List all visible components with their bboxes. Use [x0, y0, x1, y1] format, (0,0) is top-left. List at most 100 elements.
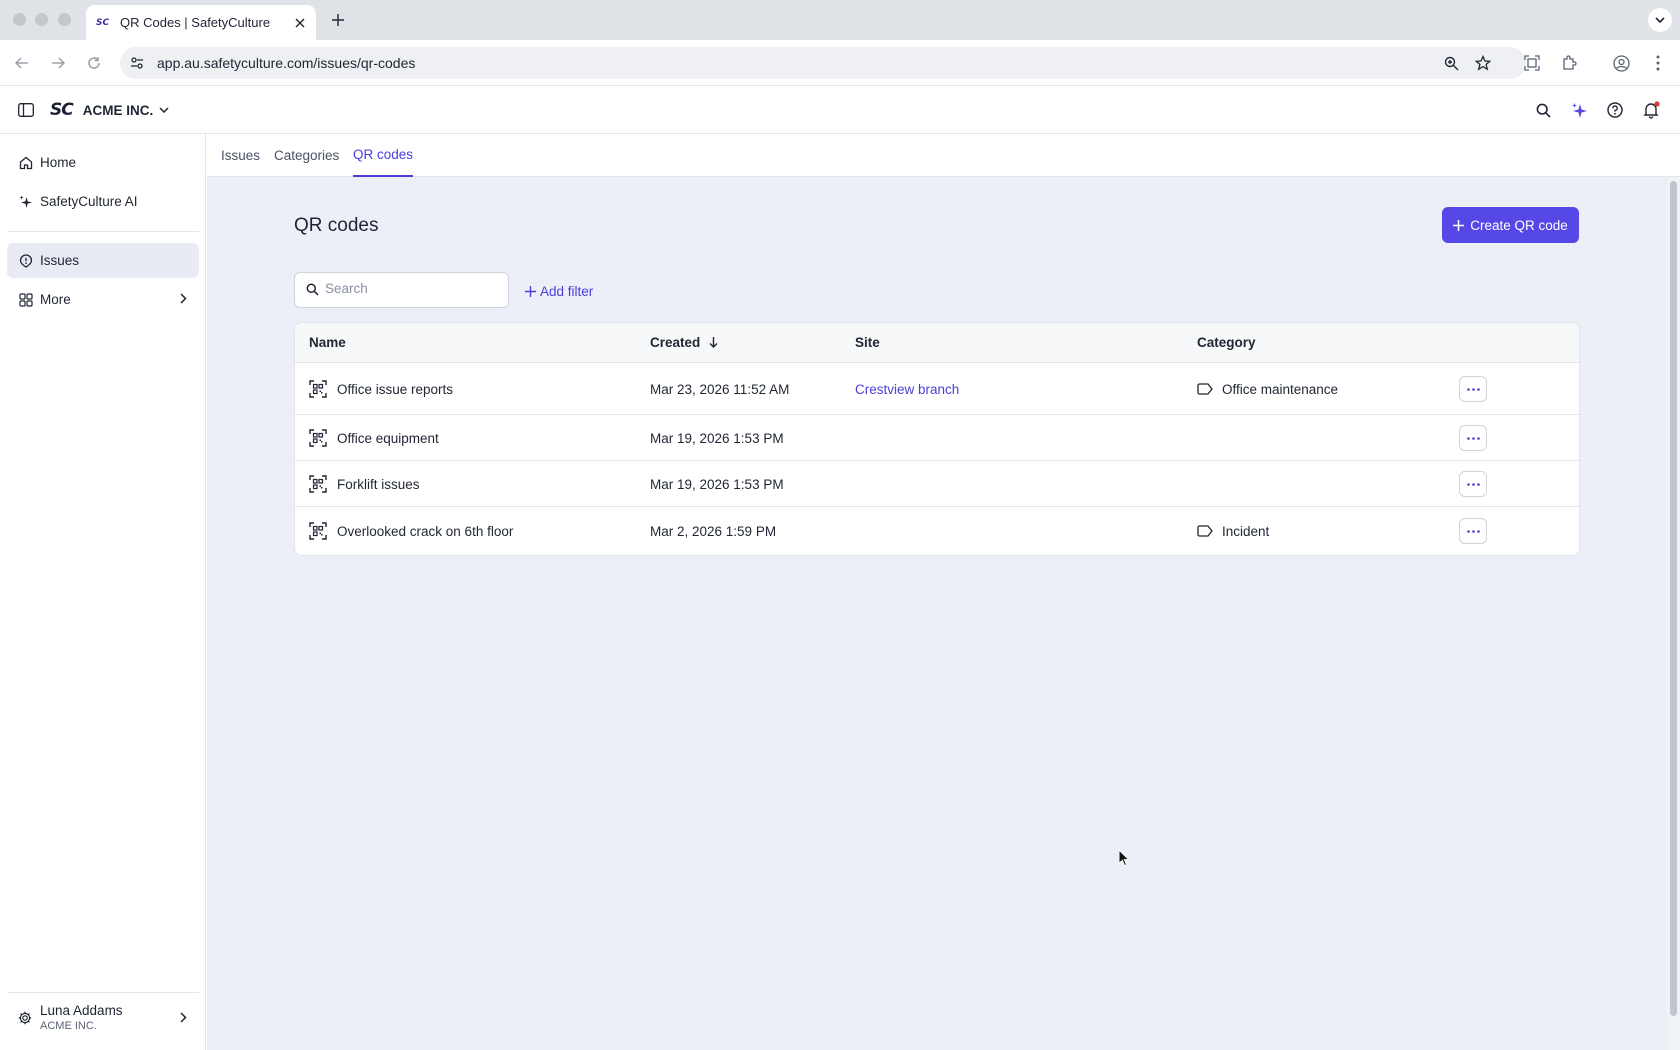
create-qr-code-button[interactable]: Create QR code — [1442, 207, 1579, 243]
browser-toolbar: app.au.safetyculture.com/issues/qr-codes — [0, 40, 1680, 86]
created-date: Mar 19, 2026 1:53 PM — [650, 476, 784, 492]
main-scrollbar[interactable] — [1667, 177, 1680, 1050]
category-name: Incident — [1222, 523, 1270, 539]
browser-menu-icon[interactable] — [1649, 54, 1667, 72]
screenshot-icon[interactable] — [1523, 54, 1541, 72]
table-row[interactable]: Office issue reports Mar 23, 2026 11:52 … — [295, 363, 1579, 415]
browser-tab-strip: SC QR Codes | SafetyCulture — [0, 0, 1680, 40]
column-header-site[interactable]: Site — [855, 335, 880, 350]
extensions-icon[interactable] — [1560, 54, 1578, 72]
qr-name-cell[interactable]: Office issue reports — [309, 379, 453, 399]
sidebar-item-label: SafetyCulture AI — [40, 194, 138, 209]
created-date: Mar 2, 2026 1:59 PM — [650, 523, 777, 539]
add-filter-label: Add filter — [540, 283, 594, 299]
qr-name-cell[interactable]: Forklift issues — [309, 474, 420, 494]
org-name: ACME INC. — [82, 102, 154, 118]
profile-icon[interactable] — [1612, 54, 1630, 72]
qr-code-icon — [309, 475, 327, 493]
site-info-icon[interactable] — [128, 54, 146, 72]
org-switcher[interactable]: SC ACME INC. — [50, 98, 169, 122]
forward-arrow-icon[interactable] — [48, 53, 68, 73]
row-actions-button[interactable] — [1459, 518, 1487, 544]
search-icon[interactable] — [1533, 100, 1553, 120]
qr-code-icon — [309, 429, 327, 447]
window-minimize-control[interactable] — [35, 13, 48, 26]
qr-name: Forklift issues — [337, 476, 420, 492]
settings-gear-icon — [18, 1011, 32, 1025]
chevron-right-icon — [180, 293, 187, 304]
sort-descending-arrow-icon — [709, 337, 718, 348]
sidebar-item-safetyculture-ai[interactable]: SafetyCulture AI — [7, 184, 199, 219]
row-actions-button[interactable] — [1459, 425, 1487, 451]
qr-code-icon — [309, 522, 327, 540]
table-row[interactable]: Overlooked crack on 6th floor Mar 2, 202… — [295, 507, 1579, 555]
ellipsis-icon — [1466, 529, 1480, 533]
issues-subnav: Issues Categories QR codes — [207, 134, 1680, 177]
table-header: Name Created Site Category — [295, 323, 1579, 363]
create-qr-code-label: Create QR code — [1470, 217, 1568, 233]
plus-icon — [525, 285, 536, 297]
tab-search-chevron-icon[interactable] — [1648, 8, 1672, 32]
sidebar-item-label: More — [40, 292, 71, 307]
qr-name: Office issue reports — [337, 381, 454, 397]
ellipsis-icon — [1466, 387, 1480, 391]
sidebar-item-more[interactable]: More — [7, 282, 199, 317]
back-arrow-icon[interactable] — [12, 53, 32, 73]
user-org: ACME INC. — [40, 1020, 97, 1032]
category-cell: Office maintenance — [1197, 379, 1338, 399]
sidebar-item-issues[interactable]: Issues — [7, 243, 199, 278]
tab-issues[interactable]: Issues — [221, 134, 260, 177]
tag-icon — [1197, 383, 1213, 395]
browser-tab[interactable]: SC QR Codes | SafetyCulture — [86, 5, 316, 40]
tag-icon — [1197, 525, 1213, 537]
sidebar-divider — [7, 231, 199, 232]
app-header: SC ACME INC. — [0, 86, 1680, 134]
chevron-right-icon — [180, 1012, 187, 1023]
table-row[interactable]: Forklift issues Mar 19, 2026 1:53 PM — [295, 461, 1579, 507]
sidebar: Home SafetyCulture AI Issues More Luna A… — [0, 134, 206, 1050]
search-field[interactable] — [294, 272, 509, 308]
scrollbar-thumb[interactable] — [1670, 181, 1677, 1016]
window-close-control[interactable] — [13, 13, 26, 26]
window-zoom-control[interactable] — [58, 13, 71, 26]
favicon: SC — [96, 17, 110, 28]
zoom-icon[interactable] — [1442, 54, 1460, 72]
column-header-created-label: Created — [650, 335, 701, 350]
sidebar-toggle-icon[interactable] — [16, 100, 36, 120]
bookmark-star-icon[interactable] — [1474, 54, 1492, 72]
qr-code-icon — [309, 380, 327, 398]
qr-name-cell[interactable]: Overlooked crack on 6th floor — [309, 521, 513, 541]
site-link[interactable]: Crestview branch — [855, 379, 959, 399]
user-menu[interactable]: Luna Addams ACME INC. — [7, 992, 199, 1042]
issues-icon — [18, 253, 34, 269]
category-cell: Incident — [1197, 521, 1269, 541]
main-content: QR codes Create QR code Add filter Name … — [207, 177, 1667, 1050]
address-bar[interactable]: app.au.safetyculture.com/issues/qr-codes — [120, 47, 1526, 79]
row-actions-button[interactable] — [1459, 376, 1487, 402]
table-row[interactable]: Office equipment Mar 19, 2026 1:53 PM — [295, 415, 1579, 461]
reload-icon[interactable] — [84, 53, 104, 73]
tab-categories[interactable]: Categories — [274, 134, 339, 177]
safetyculture-logo: SC — [50, 100, 74, 120]
close-tab-icon[interactable] — [292, 15, 308, 31]
grid-icon — [18, 292, 34, 308]
tab-qr-codes[interactable]: QR codes — [353, 134, 414, 177]
ai-sparkle-icon[interactable] — [1569, 100, 1589, 120]
qr-name: Office equipment — [337, 430, 439, 446]
search-input[interactable] — [325, 281, 500, 296]
column-header-created[interactable]: Created — [650, 335, 718, 350]
qr-name-cell[interactable]: Office equipment — [309, 428, 439, 448]
sidebar-item-label: Issues — [40, 253, 80, 268]
column-header-category[interactable]: Category — [1197, 335, 1256, 350]
sidebar-item-home[interactable]: Home — [7, 145, 199, 180]
search-icon — [306, 283, 319, 296]
add-filter-button[interactable]: Add filter — [525, 281, 593, 301]
plus-icon — [1453, 219, 1465, 231]
help-icon[interactable] — [1605, 100, 1625, 120]
column-header-name[interactable]: Name — [309, 335, 346, 350]
row-actions-button[interactable] — [1459, 471, 1487, 497]
sparkle-icon — [18, 194, 34, 210]
notifications-bell-icon[interactable] — [1641, 100, 1661, 120]
home-icon — [18, 155, 34, 171]
new-tab-icon[interactable] — [328, 10, 348, 30]
